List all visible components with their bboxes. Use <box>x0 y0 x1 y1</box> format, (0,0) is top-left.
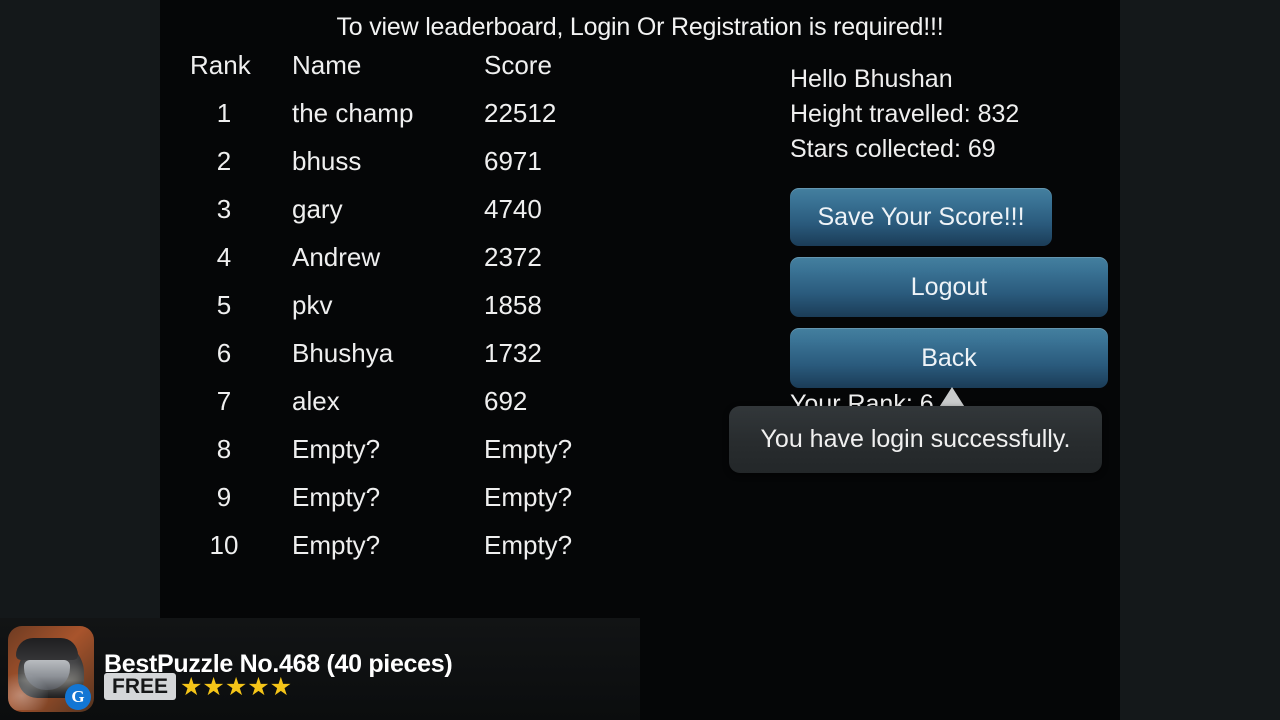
cell-score: 1858 <box>484 290 542 320</box>
table-row: 6 Bhushya 1732 <box>190 338 660 386</box>
cell-score: 692 <box>484 386 528 416</box>
leaderboard-table: Rank Name Score 1 the champ 22512 2 bhus… <box>190 50 660 578</box>
table-row: 1 the champ 22512 <box>190 98 660 146</box>
cell-name: gary <box>292 194 343 224</box>
cell-rank: 3 <box>216 194 232 224</box>
cell-name: Bhushya <box>292 338 394 368</box>
toast-notification: You have login successfully. <box>729 406 1102 473</box>
table-row: 8 Empty? Empty? <box>190 434 660 482</box>
table-row: 9 Empty? Empty? <box>190 482 660 530</box>
player-greeting: Hello Bhushan <box>790 65 953 93</box>
player-stars-collected: Stars collected: 69 <box>790 135 996 163</box>
back-button[interactable]: Back <box>790 328 1108 388</box>
game-screen: To view leaderboard, Login Or Registrati… <box>0 0 1280 720</box>
cell-rank: 1 <box>216 98 232 128</box>
cell-score: 6971 <box>484 146 542 176</box>
table-row: 10 Empty? Empty? <box>190 530 660 578</box>
cell-score: 2372 <box>484 242 542 272</box>
cell-score: Empty? <box>484 482 573 512</box>
table-row: 3 gary 4740 <box>190 194 660 242</box>
login-required-notice: To view leaderboard, Login Or Registrati… <box>336 13 944 41</box>
ad-rating-stars: ★★★★★ <box>180 673 293 701</box>
cell-rank: 5 <box>216 290 232 320</box>
ad-banner[interactable]: G BestPuzzle No.468 (40 pieces) FREE ★★★… <box>0 618 640 720</box>
cell-score: Empty? <box>484 434 573 464</box>
toast-message: You have login successfully. <box>760 425 1071 453</box>
helmet-brow-icon <box>16 638 78 660</box>
table-row: 2 bhuss 6971 <box>190 146 660 194</box>
cell-name: alex <box>292 386 340 416</box>
column-header-rank: Rank <box>190 50 251 80</box>
cell-rank: 6 <box>216 338 232 368</box>
column-header-score: Score <box>484 50 552 80</box>
leaderboard-header-row: Rank Name Score <box>190 50 660 98</box>
cell-rank: 4 <box>216 242 232 272</box>
cell-rank: 10 <box>209 530 239 560</box>
cell-rank: 9 <box>216 482 232 512</box>
ad-app-icon: G <box>8 626 94 712</box>
cell-score: 22512 <box>484 98 557 128</box>
cell-name: the champ <box>292 98 414 128</box>
ad-network-logo-icon: G <box>65 684 91 710</box>
cell-score: 1732 <box>484 338 542 368</box>
cell-score: Empty? <box>484 530 573 560</box>
smoke-icon <box>8 674 48 710</box>
cell-name: Empty? <box>292 434 381 464</box>
player-height-travelled: Height travelled: 832 <box>790 100 1020 128</box>
cell-name: Empty? <box>292 530 381 560</box>
logout-button[interactable]: Logout <box>790 257 1108 317</box>
table-row: 4 Andrew 2372 <box>190 242 660 290</box>
cell-name: bhuss <box>292 146 362 176</box>
cell-name: Andrew <box>292 242 381 272</box>
game-viewport: To view leaderboard, Login Or Registrati… <box>160 0 1120 720</box>
cell-name: Empty? <box>292 482 381 512</box>
cell-rank: 2 <box>216 146 232 176</box>
column-header-name: Name <box>292 50 362 80</box>
ad-price-badge: FREE <box>104 673 177 700</box>
cell-rank: 8 <box>216 434 232 464</box>
cell-name: pkv <box>292 290 333 320</box>
table-row: 5 pkv 1858 <box>190 290 660 338</box>
table-row: 7 alex 692 <box>190 386 660 434</box>
cell-score: 4740 <box>484 194 542 224</box>
cell-rank: 7 <box>216 386 232 416</box>
player-info-panel: Hello Bhushan Height travelled: 832 Star… <box>790 62 1120 167</box>
save-score-button[interactable]: Save Your Score!!! <box>790 188 1052 246</box>
